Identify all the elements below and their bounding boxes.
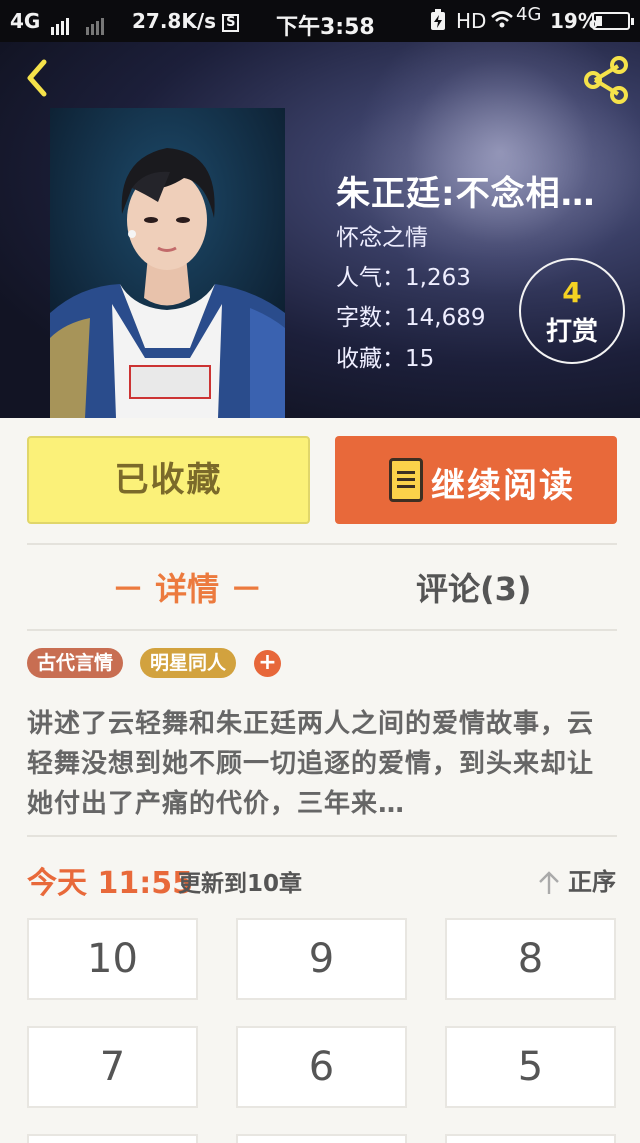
popularity-stat: 人气：1,263 — [336, 265, 471, 291]
status-bar: 4G 27.8K/s S 下午3:58 HD 4G 19% — [0, 0, 640, 42]
network-indicator: 4G — [10, 9, 106, 35]
speed-label: 27.8K/s — [132, 9, 217, 33]
signal-icon-secondary — [86, 11, 106, 35]
tab-comments[interactable]: 评论(3) — [416, 564, 532, 610]
chapter-button-partial[interactable] — [445, 1134, 616, 1143]
share-icon[interactable] — [580, 54, 632, 106]
book-cover-image[interactable] — [50, 108, 285, 418]
chapter-button[interactable]: 6 — [236, 1026, 407, 1108]
word-count-stat: 字数：14,689 — [336, 305, 486, 331]
clock: 下午3:58 — [276, 15, 375, 40]
tag-celebrity-fanfic[interactable]: 明星同人 — [140, 648, 237, 678]
chapter-button[interactable]: 10 — [27, 918, 198, 1000]
signal-icon — [51, 11, 71, 35]
chapter-button[interactable]: 7 — [27, 1026, 198, 1108]
tag-ancient-romance[interactable]: 古代言情 — [27, 648, 124, 678]
chapter-button-partial[interactable] — [236, 1134, 407, 1143]
book-icon — [389, 458, 423, 502]
s-icon: S — [222, 13, 240, 32]
book-description[interactable]: 讲述了云轻舞和朱正廷两人之间的爱情故事，云轻舞没想到她不顾一切追逐的爱情，到头来… — [27, 704, 617, 824]
chapter-button[interactable]: 8 — [445, 918, 616, 1000]
divider — [27, 629, 617, 631]
up-arrow-icon — [538, 870, 560, 896]
continue-reading-button[interactable]: 继续阅读 — [335, 436, 617, 524]
chapter-button[interactable]: 9 — [236, 918, 407, 1000]
hd-label: HD — [456, 9, 487, 33]
battery-icon — [592, 12, 634, 30]
battery-fill — [596, 16, 602, 26]
reward-label: 打赏 — [545, 317, 598, 347]
network-label: 4G — [10, 9, 41, 33]
sort-label: 正序 — [568, 868, 616, 896]
favorited-button[interactable]: 已收藏 — [27, 436, 310, 524]
wifi-icon — [490, 9, 514, 34]
battery-percent: 19% — [550, 9, 598, 33]
chapter-button[interactable]: 5 — [445, 1026, 616, 1108]
book-title: 朱正廷:不念相… — [336, 174, 596, 214]
chapter-button-partial[interactable] — [27, 1134, 198, 1143]
update-date: 今天 11:55 — [27, 866, 193, 901]
favorites-stat: 收藏：15 — [336, 346, 435, 372]
divider — [27, 835, 617, 837]
book-header: 朱正廷:不念相… 怀念之情 人气：1,263 字数：14,689 收藏：15 4… — [0, 42, 640, 418]
add-tag-button[interactable]: + — [254, 650, 281, 677]
charging-icon — [430, 9, 446, 36]
divider — [27, 543, 617, 545]
sort-toggle[interactable]: 正序 — [538, 862, 616, 897]
reward-count: 4 — [562, 276, 582, 309]
network-indicator-2: 4G — [516, 4, 542, 25]
continue-reading-label: 继续阅读 — [431, 466, 575, 506]
network-speed: 27.8K/s S — [132, 9, 240, 33]
back-icon[interactable] — [18, 58, 58, 98]
book-subtitle: 怀念之情 — [336, 225, 428, 251]
update-status: 更新到10章 — [178, 871, 303, 897]
reward-button[interactable]: 4 打赏 — [519, 258, 625, 364]
tab-detail[interactable]: － 详情 － — [112, 564, 262, 610]
